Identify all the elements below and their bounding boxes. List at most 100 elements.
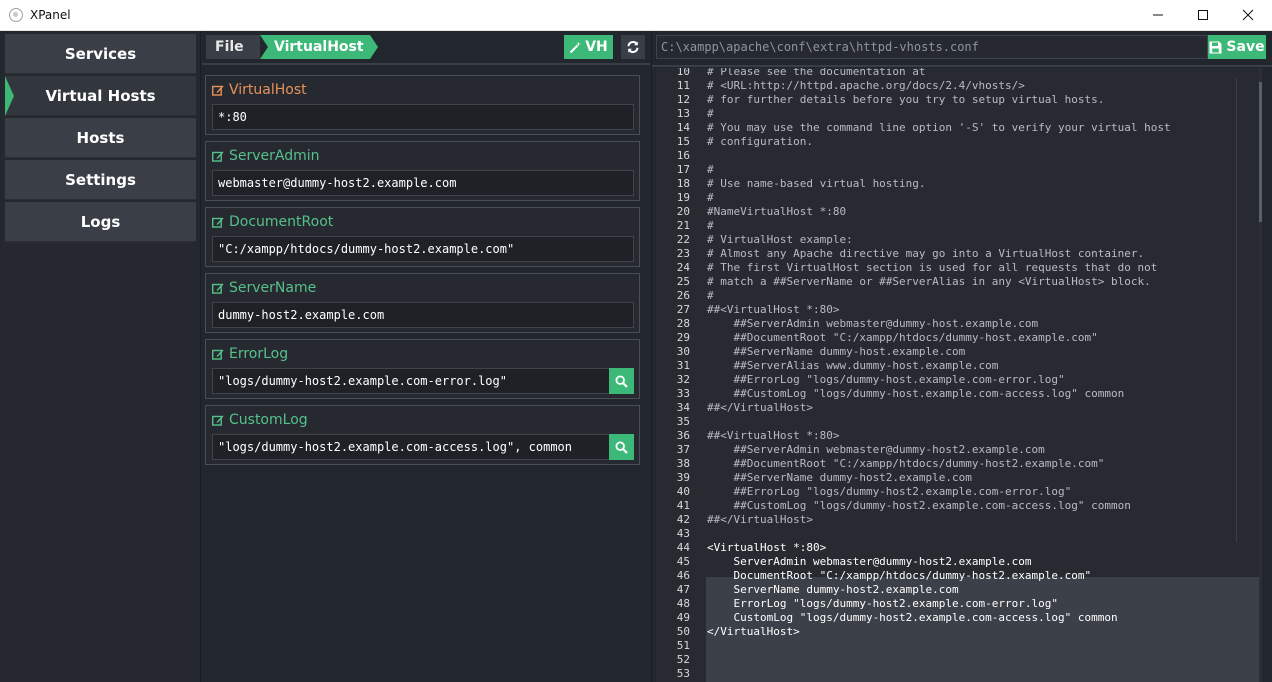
line-number: 32 (676, 373, 690, 386)
code-line: 16 (656, 149, 1262, 163)
documentroot-input[interactable]: "C:/xampp/htdocs/dummy-host2.example.com… (212, 236, 634, 262)
line-text: # The first VirtualHost section is used … (707, 261, 1158, 274)
config-path-field[interactable]: C:\xampp\apache\conf\extra\httpd-vhosts.… (656, 35, 1208, 59)
line-number: 18 (676, 177, 690, 190)
line-number: 50 (676, 625, 690, 638)
customlog-browse-button[interactable] (609, 434, 634, 460)
code-line: 49 CustomLog "logs/dummy-host2.example.c… (656, 611, 1262, 625)
virtualhost-input[interactable]: *:80 (212, 104, 634, 130)
sidebar-item-services[interactable]: Services (5, 34, 196, 74)
code-line: 10 # Please see the documentation at (656, 68, 1262, 79)
minimize-button[interactable] (1135, 0, 1181, 30)
code-line: 34 ##</VirtualHost> (656, 401, 1262, 415)
close-button[interactable] (1225, 0, 1271, 30)
field-customlog: CustomLog "logs/dummy-host2.example.com-… (205, 405, 640, 465)
sidebar-item-settings[interactable]: Settings (5, 160, 196, 200)
line-text: ErrorLog "logs/dummy-host2.example.com-e… (707, 597, 1058, 610)
code-line: 47 ServerName dummy-host2.example.com (656, 583, 1262, 597)
line-number: 41 (676, 499, 690, 512)
line-number: 10 (676, 68, 690, 78)
code-line: 15 # configuration. (656, 135, 1262, 149)
save-button-label: Save (1226, 39, 1265, 55)
line-number: 23 (676, 247, 690, 260)
refresh-button[interactable] (621, 35, 645, 59)
line-number: 47 (676, 583, 690, 596)
code-line: 23 # Almost any Apache directive may go i… (656, 247, 1262, 261)
line-number: 44 (676, 541, 690, 554)
maximize-button[interactable] (1180, 0, 1226, 30)
line-text: <VirtualHost *:80> (707, 541, 827, 554)
serveradmin-input[interactable]: webmaster@dummy-host2.example.com (212, 170, 634, 196)
field-label-text: VirtualHost (229, 82, 307, 98)
vh-wizard-button[interactable]: VH (564, 35, 613, 59)
editor-scrollbar[interactable] (1259, 82, 1262, 222)
line-number: 39 (676, 471, 690, 484)
line-text: # (707, 163, 714, 176)
line-number: 31 (676, 359, 690, 372)
line-number: 24 (676, 261, 690, 274)
line-number: 27 (676, 303, 690, 316)
field-label-text: ServerName (229, 280, 317, 296)
breadcrumb-file[interactable]: File (206, 35, 270, 59)
code-line: 28 ##ServerAdmin webmaster@dummy-host.ex… (656, 317, 1262, 331)
line-number: 29 (676, 331, 690, 344)
maximize-icon (1198, 10, 1208, 20)
field-label: ErrorLog (212, 346, 288, 362)
code-line: 48 ErrorLog "logs/dummy-host2.example.co… (656, 597, 1262, 611)
breadcrumb-virtualhost[interactable]: VirtualHost (260, 35, 378, 59)
sidebar-item-hosts[interactable]: Hosts (5, 118, 196, 158)
edit-icon (212, 283, 224, 294)
field-label: DocumentRoot (212, 214, 333, 230)
line-number: 19 (676, 191, 690, 204)
field-virtualhost: VirtualHost *:80 (205, 75, 640, 135)
code-line: 50 </VirtualHost> (656, 625, 1262, 639)
code-line: 24 # The first VirtualHost section is use… (656, 261, 1262, 275)
line-number: 22 (676, 233, 690, 246)
virtualhost-form-panel: File VirtualHost VH VirtualHost *:80 Ser… (202, 31, 650, 682)
field-label: VirtualHost (212, 82, 307, 98)
code-editor[interactable]: 10 # Please see the documentation at 11 # <… (656, 68, 1262, 682)
sidebar-item-logs[interactable]: Logs (5, 202, 196, 242)
field-label-text: ErrorLog (229, 346, 289, 362)
line-text: ##ServerName dummy-host2.example.com (707, 471, 972, 484)
line-text: ##ServerAdmin webmaster@dummy-host2.exam… (707, 443, 1045, 456)
line-number: 11 (676, 79, 690, 92)
edit-icon (212, 349, 224, 360)
line-number: 28 (676, 317, 690, 330)
line-text: ServerAdmin webmaster@dummy-host2.exampl… (707, 555, 1032, 568)
window-title: XPanel (30, 8, 71, 22)
errorlog-input[interactable]: "logs/dummy-host2.example.com-error.log" (212, 368, 610, 394)
code-line: 42 ##</VirtualHost> (656, 513, 1262, 527)
refresh-icon (627, 41, 639, 53)
line-number: 53 (676, 667, 690, 680)
save-button[interactable]: Save (1208, 35, 1266, 59)
code-line: 17 # (656, 163, 1262, 177)
line-text: # Please see the documentation at (707, 68, 926, 78)
errorlog-browse-button[interactable] (609, 368, 634, 394)
breadcrumb: File VirtualHost VH (202, 31, 650, 65)
servername-input[interactable]: dummy-host2.example.com (212, 302, 634, 328)
line-number: 21 (676, 219, 690, 232)
line-text: # Almost any Apache directive may go int… (707, 247, 1145, 260)
line-text: ServerName dummy-host2.example.com (707, 583, 959, 596)
line-text: # Use name-based virtual hosting. (707, 177, 926, 190)
line-number: 51 (676, 639, 690, 652)
code-line: 27 ##<VirtualHost *:80> (656, 303, 1262, 317)
floppy-disk-icon (1209, 41, 1222, 53)
sidebar-item-virtual-hosts[interactable]: Virtual Hosts (5, 76, 196, 116)
customlog-input[interactable]: "logs/dummy-host2.example.com-access.log… (212, 434, 610, 460)
line-number: 20 (676, 205, 690, 218)
field-label-text: ServerAdmin (229, 148, 320, 164)
line-number: 52 (676, 653, 690, 666)
sidebar-item-label: Settings (65, 170, 136, 189)
line-text: ##ServerName dummy-host.example.com (707, 345, 966, 358)
field-label-text: DocumentRoot (229, 214, 334, 230)
line-number: 45 (676, 555, 690, 568)
line-text: ##</VirtualHost> (707, 513, 813, 526)
code-line: 36 ##<VirtualHost *:80> (656, 429, 1262, 443)
line-text: ##ServerAlias www.dummy-host.example.com (707, 359, 999, 372)
line-text: ##ErrorLog "logs/dummy-host.example.com-… (707, 373, 1065, 386)
line-text: #NameVirtualHost *:80 (707, 205, 847, 218)
line-number: 49 (676, 611, 690, 624)
line-text: ##CustomLog "logs/dummy-host2.example.co… (707, 499, 1131, 512)
